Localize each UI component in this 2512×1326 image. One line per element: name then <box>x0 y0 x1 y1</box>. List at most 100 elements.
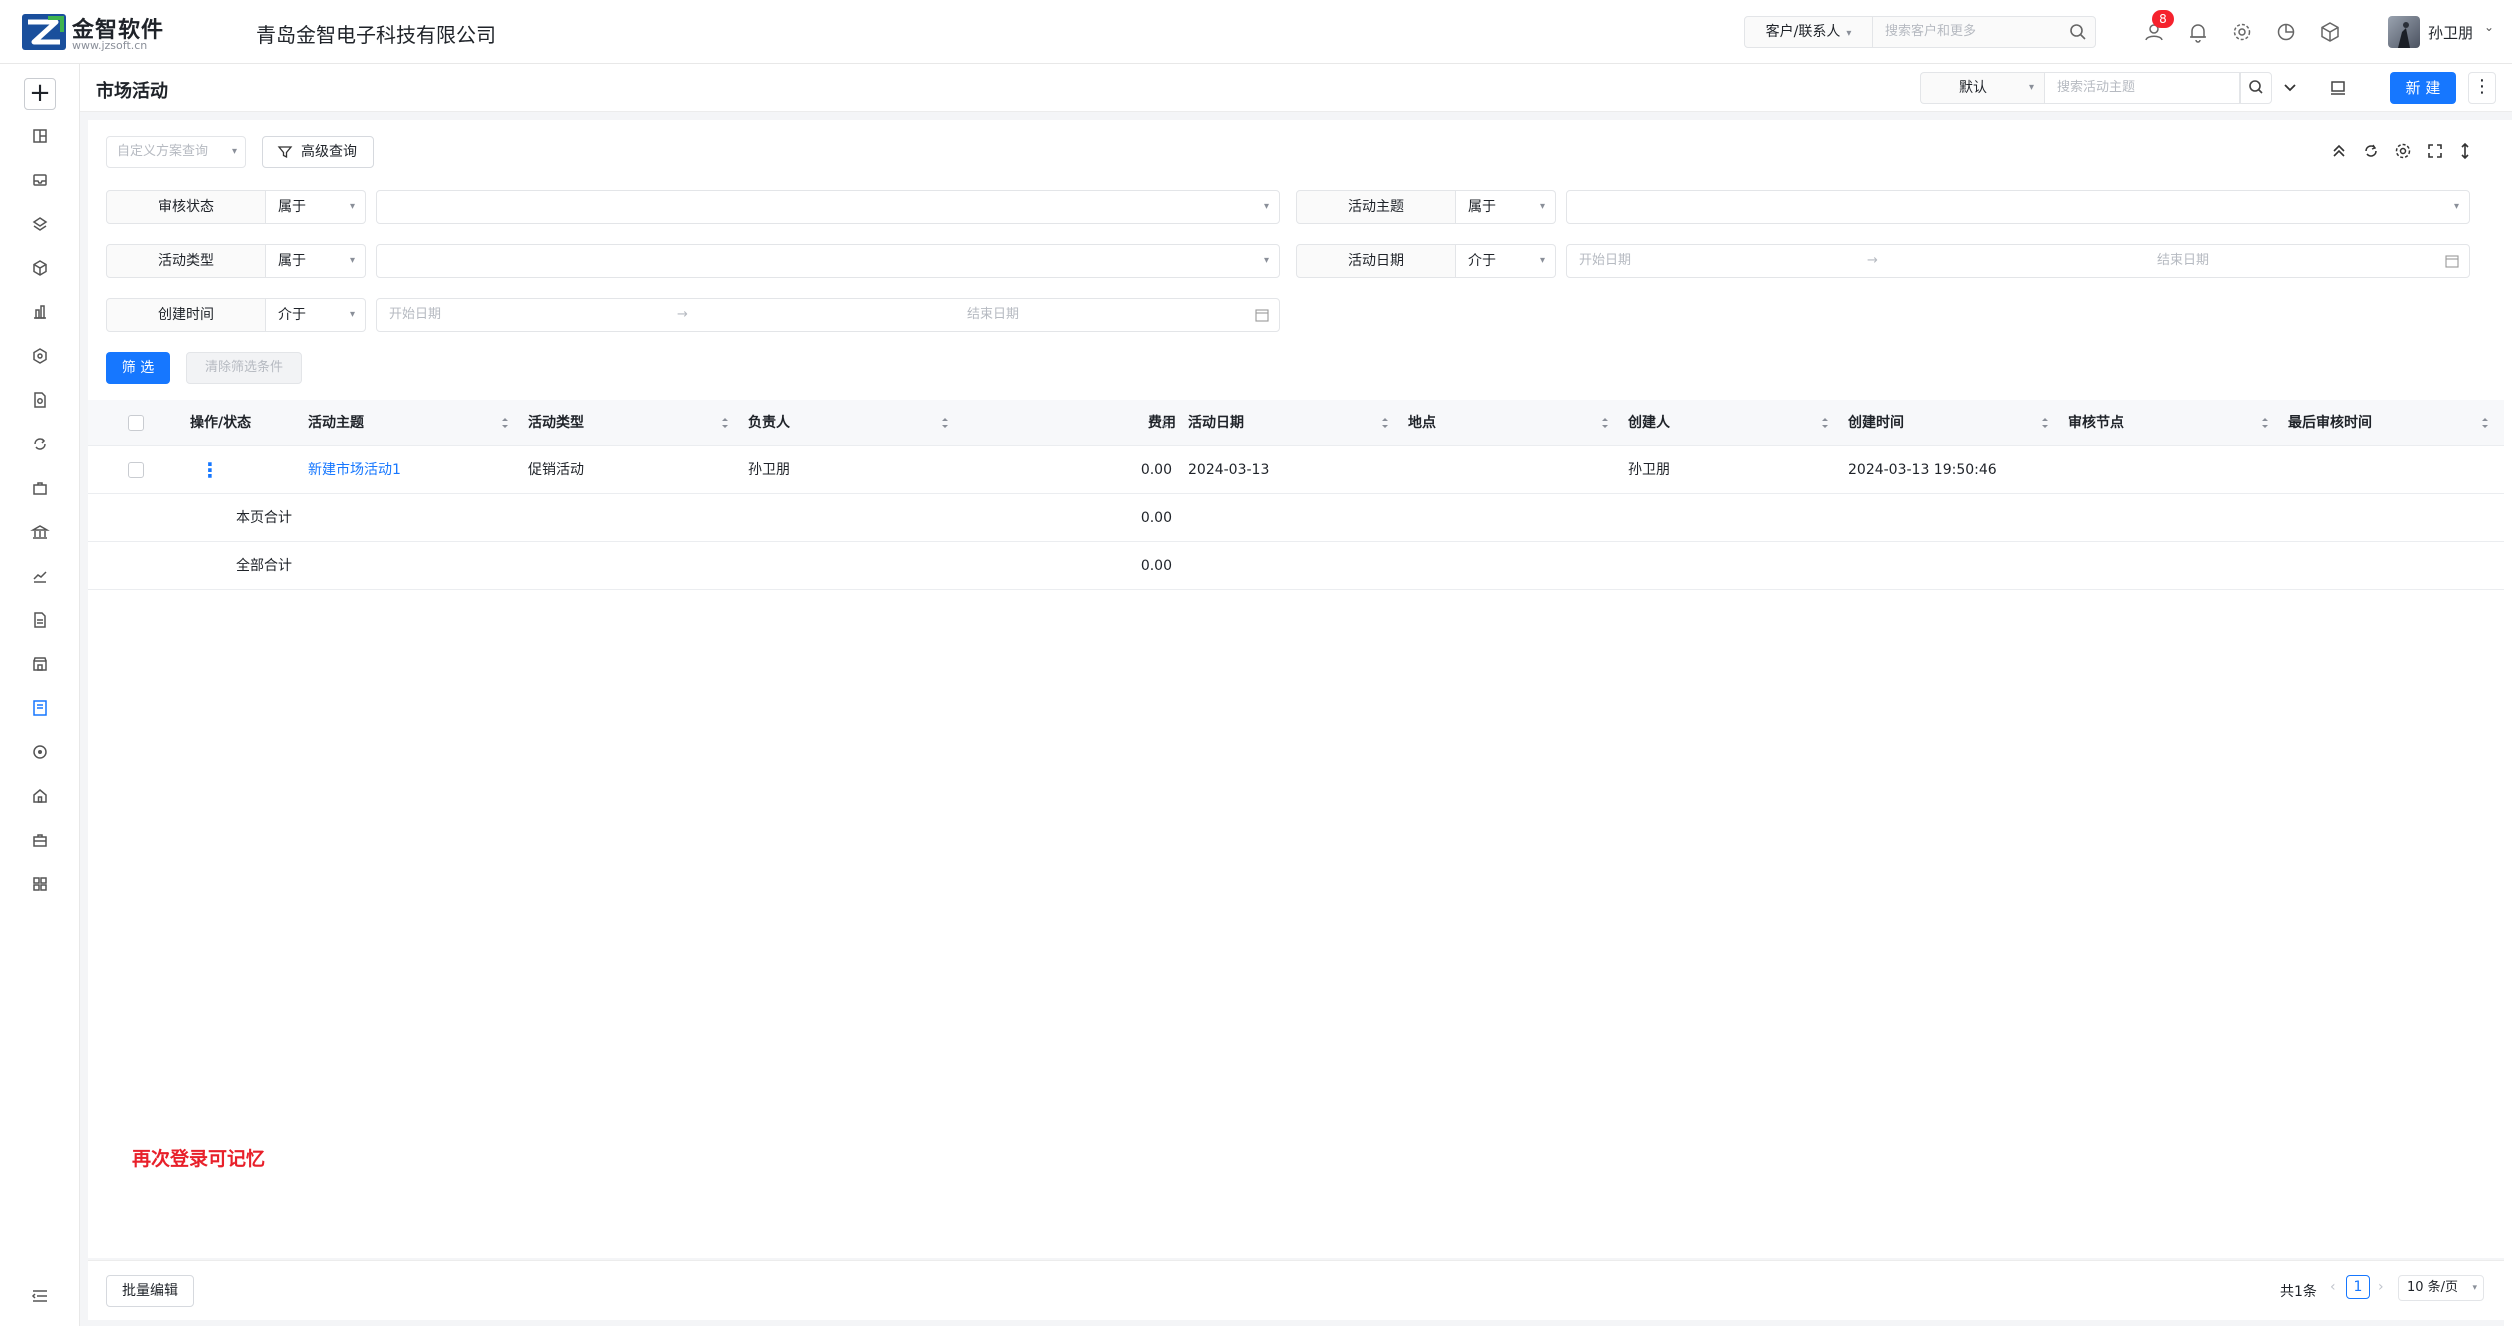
column-header-type[interactable]: 活动类型 <box>528 400 584 446</box>
dashboard-icon[interactable] <box>28 124 52 148</box>
avatar[interactable] <box>2388 16 2420 48</box>
sort-icon[interactable] <box>720 416 730 430</box>
clear-filters-button[interactable]: 清除筛选条件 <box>186 352 302 384</box>
column-header-creator[interactable]: 创建人 <box>1628 400 1670 446</box>
expand-chevron-icon[interactable] <box>2280 78 2300 98</box>
filter-operator-subject[interactable]: 属于 ▾ <box>1456 190 1556 224</box>
sort-icon[interactable] <box>1380 416 1390 430</box>
table-row[interactable]: ⋮ 新建市场活动1 促销活动 孙卫朋 0.00 2024-03-13 孙卫朋 2… <box>88 446 2504 494</box>
column-settings-icon[interactable] <box>2392 140 2414 162</box>
filter-operator-created-time[interactable]: 介于 ▾ <box>266 298 366 332</box>
column-header-activity-date[interactable]: 活动日期 <box>1188 400 1244 446</box>
collapse-up-icon[interactable] <box>2328 140 2350 162</box>
trend-icon[interactable] <box>28 564 52 588</box>
advanced-query-button[interactable]: 高级查询 <box>262 136 374 168</box>
start-date-input[interactable]: 开始日期 <box>1579 245 1631 277</box>
layers-icon[interactable] <box>28 212 52 236</box>
batch-edit-button[interactable]: 批量编辑 <box>106 1275 194 1307</box>
prev-page-icon[interactable]: ‹ <box>2330 1279 2336 1295</box>
filter-value-audit-status[interactable]: ▾ <box>376 190 1280 224</box>
calendar-icon <box>1255 309 1269 322</box>
activity-date-range-picker[interactable]: 开始日期 → 结束日期 <box>1566 244 2470 278</box>
sync-icon[interactable] <box>28 740 52 764</box>
sort-icon[interactable] <box>1820 416 1830 430</box>
file-icon[interactable] <box>28 608 52 632</box>
sort-icon[interactable] <box>1600 416 1610 430</box>
collapse-menu-icon[interactable] <box>28 1284 52 1308</box>
apps-grid-icon[interactable] <box>28 872 52 896</box>
fullscreen-icon[interactable] <box>2424 140 2446 162</box>
search-button[interactable] <box>2240 72 2272 104</box>
sort-icon[interactable] <box>500 416 510 430</box>
chevron-down-icon: ▾ <box>1539 255 1545 266</box>
column-header-audit-node[interactable]: 审核节点 <box>2068 400 2124 446</box>
campaign-icon[interactable] <box>28 696 52 720</box>
search-icon[interactable] <box>2069 23 2087 41</box>
hexagon-icon[interactable] <box>28 344 52 368</box>
chevron-down-icon: ▾ <box>349 201 355 212</box>
sort-icon[interactable] <box>2260 416 2270 430</box>
filter-icon <box>277 146 293 159</box>
print-icon[interactable] <box>2326 76 2350 100</box>
inbox-icon[interactable] <box>28 168 52 192</box>
filter-operator-activity-date[interactable]: 介于 ▾ <box>1456 244 1556 278</box>
column-header-owner[interactable]: 负责人 <box>748 400 790 446</box>
sort-icon[interactable] <box>940 416 950 430</box>
settings-icon[interactable] <box>2230 20 2254 44</box>
app-logo[interactable]: 金智软件 www.jzsoft.cn <box>22 12 172 52</box>
row-actions-menu[interactable]: ⋮ <box>200 446 220 494</box>
bank-icon[interactable] <box>28 520 52 544</box>
filter-row-audit-status: 审核状态 属于 ▾ ▾ <box>106 190 1280 224</box>
row-height-icon[interactable] <box>2454 140 2476 162</box>
filter-operator-audit-status[interactable]: 属于 ▾ <box>266 190 366 224</box>
column-header-location[interactable]: 地点 <box>1408 400 1436 446</box>
created-time-range-picker[interactable]: 开始日期 → 结束日期 <box>376 298 1280 332</box>
subject-search-input[interactable]: 搜索活动主题 <box>2044 72 2240 104</box>
end-date-input[interactable]: 结束日期 <box>967 299 1019 331</box>
custom-scheme-select[interactable]: 自定义方案查询 ▾ <box>106 136 246 168</box>
more-menu-button[interactable]: ⋮ <box>2468 72 2496 104</box>
pie-chart-icon[interactable] <box>2274 20 2298 44</box>
briefcase-icon[interactable] <box>28 476 52 500</box>
column-header-created-time[interactable]: 创建时间 <box>1848 400 1904 446</box>
toolbox-icon[interactable] <box>28 828 52 852</box>
filter-operator-activity-type[interactable]: 属于 ▾ <box>266 244 366 278</box>
user-name[interactable]: 孙卫朋 <box>2428 22 2473 43</box>
row-checkbox[interactable] <box>128 462 144 478</box>
column-header-actions: 操作/状态 <box>190 415 252 431</box>
bar-chart-icon[interactable] <box>28 300 52 324</box>
sort-icon[interactable] <box>2040 416 2050 430</box>
document-search-icon[interactable] <box>28 388 52 412</box>
add-icon[interactable]: + <box>24 78 56 110</box>
sort-icon[interactable] <box>1160 416 1170 430</box>
filter-value-activity-type[interactable]: ▾ <box>376 244 1280 278</box>
box-icon[interactable] <box>28 256 52 280</box>
refresh-cycle-icon[interactable] <box>28 432 52 456</box>
store-icon[interactable] <box>28 652 52 676</box>
page-number-current[interactable]: 1 <box>2346 1275 2370 1299</box>
end-date-input[interactable]: 结束日期 <box>2157 245 2209 277</box>
chevron-down-icon[interactable]: ⌄ <box>2484 20 2494 34</box>
refresh-icon[interactable] <box>2360 140 2382 162</box>
filter-operator-label: 属于 <box>278 253 306 269</box>
start-date-input[interactable]: 开始日期 <box>389 299 441 331</box>
footer-bar: 批量编辑 共1条 ‹ 1 › 10 条/页 ▾ <box>88 1260 2504 1320</box>
new-button[interactable]: 新 建 <box>2390 72 2456 104</box>
column-header-subject[interactable]: 活动主题 <box>308 400 364 446</box>
cube-icon[interactable] <box>2318 20 2342 44</box>
next-page-icon[interactable]: › <box>2378 1279 2384 1295</box>
global-search-input[interactable]: 搜索客户和更多 <box>1885 17 1976 47</box>
home-icon[interactable] <box>28 784 52 808</box>
select-all-checkbox[interactable] <box>128 415 144 431</box>
filter-button[interactable]: 筛 选 <box>106 352 170 384</box>
filter-row-created-time: 创建时间 介于 ▾ 开始日期 → 结束日期 <box>106 298 1280 332</box>
filter-value-subject[interactable]: ▾ <box>1566 190 2470 224</box>
column-header-last-audit-time[interactable]: 最后审核时间 <box>2288 400 2372 446</box>
view-select[interactable]: 默认 ▾ <box>1920 72 2044 104</box>
search-scope-select[interactable]: 客户/联系人 ▾ <box>1745 17 1873 47</box>
bell-icon[interactable] <box>2186 20 2210 44</box>
sort-icon[interactable] <box>2480 416 2490 430</box>
page-size-select[interactable]: 10 条/页 ▾ <box>2398 1275 2484 1301</box>
cell-subject-link[interactable]: 新建市场活动1 <box>308 446 401 494</box>
filter-label-subject: 活动主题 <box>1296 190 1456 224</box>
